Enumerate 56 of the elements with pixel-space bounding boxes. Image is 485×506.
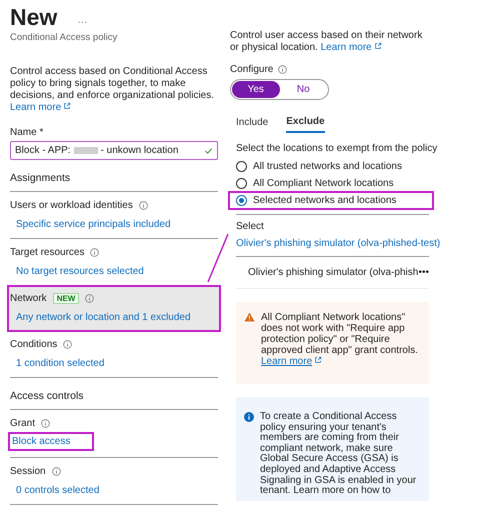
- info-icon: [52, 467, 61, 476]
- callout-line: [207, 234, 229, 282]
- info-icon: [41, 419, 50, 428]
- radio-option[interactable]: Selected networks and locations: [230, 193, 432, 208]
- radio-button[interactable]: [236, 178, 247, 189]
- row-label: Conditions: [10, 339, 58, 350]
- row-value-link[interactable]: Any network or location and 1 excluded: [16, 312, 191, 323]
- section-heading: Access controls: [10, 390, 218, 410]
- radio-button[interactable]: [236, 195, 247, 206]
- select-label: Select: [236, 214, 429, 232]
- radio-button[interactable]: [236, 161, 247, 172]
- selected-location-link[interactable]: Olivier's phishing simulator (olva-phished-test): [236, 238, 485, 250]
- row-label: Users or workload identities: [10, 200, 133, 211]
- tab[interactable]: Include: [236, 116, 268, 133]
- external-link-icon: [314, 356, 322, 364]
- info-icon: [63, 340, 72, 349]
- field-label: Name *: [10, 127, 44, 138]
- row-label: Session: [10, 466, 46, 477]
- toggle-option[interactable]: Yes: [232, 81, 280, 98]
- row-value-link[interactable]: 0 controls selected: [16, 485, 100, 496]
- description-text: Control access based on Conditional Access policy to bring signals together, to make decisions, and enforce organizational policies.: [10, 66, 216, 102]
- row-label: Grant: [10, 418, 36, 429]
- row-value-link[interactable]: Specific service principals included: [16, 219, 171, 230]
- network-description: Control user access based on their network or physical location. Learn more: [230, 30, 424, 54]
- external-link-icon: [63, 102, 72, 110]
- warning-text: All Compliant Network locations" does not work with "Require app protection policy" or "Require approved client app" grant controls. Learn more: [261, 312, 419, 367]
- more-button[interactable]: ···: [77, 17, 88, 28]
- configure-label: Configure: [230, 64, 274, 75]
- toggle-option[interactable]: No: [280, 81, 327, 98]
- row-label: Network: [10, 293, 47, 304]
- info-text: To create a Conditional Access policy ensuring your tenant's members are coming from their compliant network, make sure Global Secure Access (GSA) is deployed and Adaptive Access Signaling in GSA is enabled in your tenant. Learn more on how to: [260, 412, 418, 497]
- row-value-link[interactable]: Block access: [10, 434, 92, 449]
- warning-icon: [244, 312, 255, 322]
- info-icon: [85, 294, 94, 303]
- row-value-link[interactable]: 1 condition selected: [16, 358, 104, 369]
- info-icon: [244, 412, 254, 422]
- tab[interactable]: Exclude: [286, 116, 325, 133]
- page-subtitle: Conditional Access policy: [10, 32, 118, 43]
- radio-option[interactable]: All Compliant Network locations: [230, 176, 485, 191]
- learn-more-link[interactable]: Learn more: [261, 356, 322, 367]
- page-title: New: [10, 4, 58, 31]
- row-value-link[interactable]: No target resources selected: [16, 266, 144, 277]
- prompt-text: Select the locations to exempt from the policy: [236, 143, 438, 154]
- external-link-icon: [374, 42, 382, 50]
- name-input-field[interactable]: Block - APP: - unkown location: [10, 141, 218, 160]
- section-heading: Assignments: [10, 172, 218, 192]
- learn-more-link[interactable]: Learn more: [10, 102, 72, 113]
- info-icon: [90, 248, 100, 257]
- learn-more-link[interactable]: Learn more: [320, 42, 382, 53]
- new-badge: NEW: [52, 293, 80, 304]
- info-icon: [138, 201, 148, 210]
- radio-option[interactable]: All trusted networks and locations: [230, 159, 485, 174]
- location-item: Olivier's phishing simulator (olva-phish: [248, 267, 418, 278]
- row-label: Target resources: [10, 247, 84, 258]
- info-icon: [278, 65, 288, 74]
- more-button[interactable]: •••: [418, 267, 429, 278]
